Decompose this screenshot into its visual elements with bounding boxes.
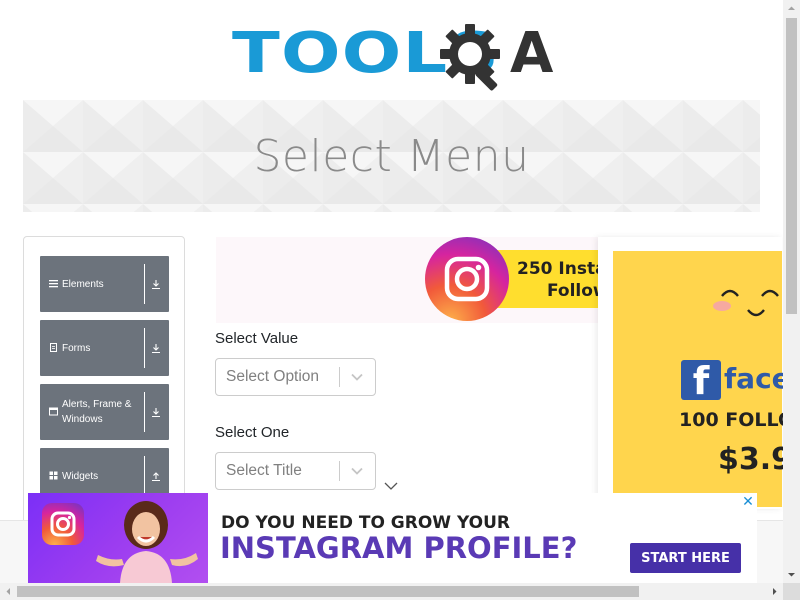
sidebar-item-label: Forms: [62, 342, 91, 354]
sidebar-item-elements[interactable]: Elements: [40, 256, 169, 312]
sidebar-item-forms[interactable]: Forms: [40, 320, 169, 376]
download-icon[interactable]: [150, 404, 162, 420]
facebook-f-glyph: f: [692, 359, 710, 403]
start-here-button[interactable]: START HERE: [630, 543, 741, 573]
smiley-face-icon: [713, 289, 779, 317]
divider: [144, 456, 145, 496]
select-one-dropdown[interactable]: Select Title: [215, 452, 376, 490]
chevron-down-icon[interactable]: [383, 480, 399, 492]
ad-bottom-line2: INSTAGRAM PROFILE?: [220, 531, 578, 565]
instagram-glyph: [50, 511, 76, 537]
instagram-icon: [42, 503, 84, 545]
ad-facebook-price: $3.9: [718, 442, 793, 477]
upload-icon[interactable]: [150, 468, 162, 484]
person-illustration: [96, 501, 198, 583]
download-icon[interactable]: [150, 276, 162, 292]
vertical-scroll-thumb[interactable]: [786, 18, 797, 314]
ad-facebook-followers: 100 FOLLO: [679, 409, 795, 431]
sidebar-item-label: Elements: [62, 278, 104, 290]
scroll-down-icon[interactable]: [783, 566, 800, 583]
document-icon: [50, 343, 57, 352]
page-title: Select Menu: [253, 130, 530, 182]
indicator-separator: [339, 461, 340, 481]
window-icon: [49, 407, 58, 416]
select-value-dropdown[interactable]: Select Option: [215, 358, 376, 396]
instagram-icon: [425, 237, 509, 321]
divider: [144, 392, 145, 432]
sidebar-item-alerts-frame-windows[interactable]: Alerts, Frame & Windows: [40, 384, 169, 440]
page: TOOLS A Select Menu Elements Forms Alert…: [0, 0, 800, 600]
horizontal-scrollbar[interactable]: [0, 583, 783, 600]
select-value-label: Select Value: [215, 330, 299, 347]
ad-banner-bottom[interactable]: DO YOU NEED TO GROW YOUR INSTAGRAM PROFI…: [28, 493, 757, 583]
chevron-down-icon[interactable]: [349, 464, 365, 478]
list-icon: [49, 280, 58, 288]
scroll-left-icon[interactable]: [0, 583, 17, 600]
ad-top-line1: 250 Insta: [517, 259, 607, 279]
ad-top-line2: Follow: [547, 281, 607, 301]
select-one-label: Select One: [215, 424, 290, 441]
indicator-separator: [339, 367, 340, 387]
scrollbar-corner: [783, 583, 800, 600]
ad-bottom-line1: DO YOU NEED TO GROW YOUR: [221, 513, 511, 533]
select-value-placeholder: Select Option: [226, 368, 320, 385]
download-icon[interactable]: [150, 340, 162, 356]
sidebar-item-label: Alerts, Frame & Windows: [62, 399, 132, 425]
vertical-scrollbar[interactable]: [783, 0, 800, 583]
grid-icon: [49, 471, 58, 480]
divider: [144, 328, 145, 368]
horizontal-scroll-thumb[interactable]: [17, 586, 639, 597]
instagram-glyph: [444, 256, 490, 302]
divider: [144, 264, 145, 304]
logo-a-text: A: [510, 21, 554, 86]
page-banner: Select Menu: [23, 100, 760, 212]
ad-top-text: 250 Insta Follow: [517, 258, 607, 302]
gear-magnifier-icon: [440, 24, 500, 91]
toolsqa-logo[interactable]: TOOLS A: [232, 18, 553, 91]
select-one-placeholder: Select Title: [226, 462, 302, 479]
chevron-down-icon[interactable]: [349, 370, 365, 384]
scroll-up-icon[interactable]: [783, 0, 800, 17]
sidebar: Elements Forms Alerts, Frame & Windows W…: [23, 236, 185, 536]
scroll-right-icon[interactable]: [766, 583, 783, 600]
close-icon[interactable]: ✕: [741, 494, 755, 508]
